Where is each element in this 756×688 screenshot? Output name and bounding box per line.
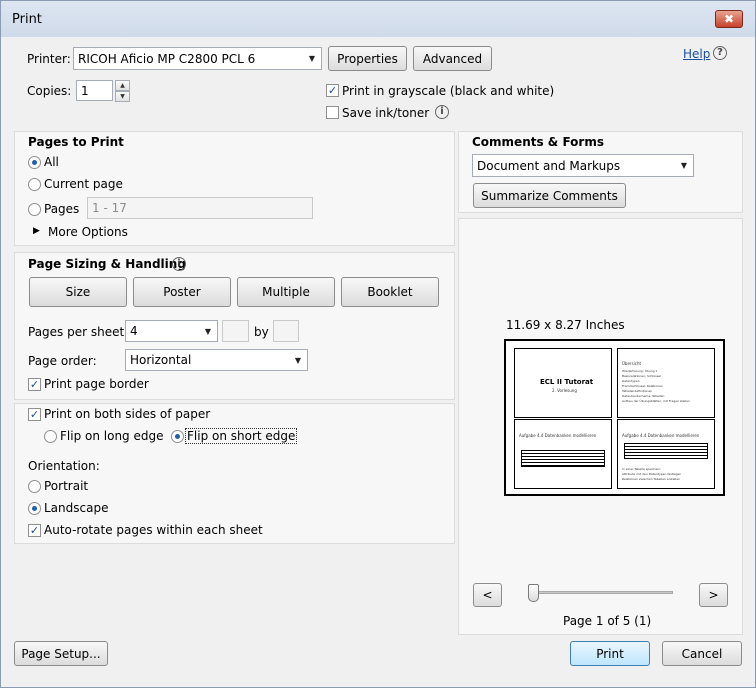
tab-size[interactable]: Size: [29, 277, 127, 307]
radio-short-edge-label: Flip on short edge: [185, 428, 298, 444]
copies-increment[interactable]: ▲: [115, 80, 130, 91]
save-ink-label: Save ink/toner: [342, 106, 430, 120]
more-options-toggle[interactable]: More Options: [48, 225, 128, 239]
triangle-right-icon[interactable]: ▶: [33, 226, 40, 236]
chevron-down-icon: ▼: [204, 326, 212, 336]
preview-page-1-title: ECL II Tutorat: [540, 378, 594, 386]
radio-short-edge[interactable]: [171, 430, 184, 443]
chevron-down-icon: ▼: [680, 161, 688, 170]
preview-page-1-subtitle: 2. Vorlesung: [552, 388, 577, 393]
page-slider-thumb[interactable]: [528, 584, 539, 602]
advanced-button[interactable]: Advanced: [413, 46, 492, 71]
radio-all[interactable]: [28, 156, 41, 169]
next-page-button[interactable]: >: [699, 583, 728, 607]
page-indicator: Page 1 of 5 (1): [563, 614, 652, 628]
page-order-value: Horizontal: [130, 353, 192, 367]
properties-button[interactable]: Properties: [328, 46, 407, 71]
pages-per-sheet-cols-input[interactable]: [222, 320, 249, 342]
comments-forms-title: Comments & Forms: [472, 135, 604, 149]
copies-decrement[interactable]: ▼: [115, 91, 130, 102]
preview-page-4-line: Relationen zwischen Tabellen erstellen: [622, 477, 680, 481]
preview-sheet: ECL II Tutorat 2. Vorlesung Übersicht Wi…: [504, 339, 725, 496]
comments-forms-value: Document and Markups: [477, 158, 621, 173]
printer-select[interactable]: RICOH Aficio MP C2800 PCL 6 ▼: [73, 47, 322, 70]
grayscale-label: Print in grayscale (black and white): [342, 84, 555, 98]
radio-current-page[interactable]: [28, 178, 41, 191]
help-link[interactable]: Help: [683, 47, 710, 61]
window-title: Print: [12, 12, 42, 27]
preview-page-3: Aufgabe 4.4 Datenbanken modellieren: [514, 419, 612, 489]
info-icon[interactable]: i: [172, 257, 186, 271]
autorotate-label: Auto-rotate pages within each sheet: [44, 523, 263, 537]
page-sizing-title: Page Sizing & Handling: [28, 257, 186, 271]
copies-input[interactable]: 1: [76, 80, 113, 101]
copies-value: 1: [81, 83, 89, 98]
preview-table: [624, 443, 708, 459]
radio-all-label: All: [44, 155, 59, 169]
both-sides-label: Print on both sides of paper: [44, 407, 211, 421]
printer-label: Printer:: [27, 52, 71, 66]
pages-range-input[interactable]: 1 - 17: [87, 197, 313, 219]
radio-portrait[interactable]: [28, 480, 41, 493]
page-slider-track[interactable]: [531, 591, 673, 594]
radio-landscape-label: Landscape: [44, 501, 109, 515]
pages-per-sheet-label: Pages per sheet:: [28, 325, 129, 339]
radio-landscape[interactable]: [28, 502, 41, 515]
chevron-down-icon: ▼: [294, 355, 302, 365]
preview-page-4-title: Aufgabe 4.4 Datenbanken modellieren: [622, 433, 700, 438]
pages-per-sheet-value: 4: [130, 324, 138, 338]
preview-page-2-line: Aufbau der Übungsblätter, mit Fragen ste…: [622, 399, 690, 403]
cancel-button[interactable]: Cancel: [662, 641, 742, 666]
help-icon[interactable]: ?: [713, 46, 727, 60]
pages-to-print-title: Pages to Print: [28, 135, 124, 149]
pages-range-value: 1 - 17: [92, 201, 127, 215]
chevron-down-icon: ▼: [308, 54, 316, 63]
close-button[interactable]: ✖: [715, 10, 743, 28]
page-order-label: Page order:: [28, 354, 97, 368]
preview-table: [521, 450, 605, 467]
page-setup-button[interactable]: Page Setup...: [14, 641, 108, 666]
print-border-label: Print page border: [44, 377, 149, 391]
tab-multiple[interactable]: Multiple: [237, 277, 335, 307]
both-sides-checkbox[interactable]: ✓: [28, 408, 41, 421]
orientation-label: Orientation:: [28, 459, 100, 473]
tab-booklet[interactable]: Booklet: [341, 277, 439, 307]
print-border-checkbox[interactable]: ✓: [28, 378, 41, 391]
radio-long-edge[interactable]: [44, 430, 57, 443]
radio-current-page-label: Current page: [44, 177, 123, 191]
by-label: by: [254, 325, 269, 339]
save-ink-checkbox[interactable]: [326, 106, 339, 119]
preview-size-label: 11.69 x 8.27 Inches: [506, 318, 625, 332]
tab-poster[interactable]: Poster: [133, 277, 231, 307]
preview-page-2: Übersicht Wiederholung: Übung 1 Basisrel…: [617, 348, 715, 418]
preview-page-1: ECL II Tutorat 2. Vorlesung: [514, 348, 612, 418]
info-icon[interactable]: i: [435, 105, 449, 119]
preview-page-2-line: Übersicht: [622, 361, 642, 366]
summarize-comments-button[interactable]: Summarize Comments: [473, 183, 626, 208]
print-dialog: Print ✖ Printer: RICOH Aficio MP C2800 P…: [0, 0, 756, 688]
title-bar[interactable]: Print ✖: [1, 1, 755, 37]
radio-portrait-label: Portrait: [44, 479, 89, 493]
printer-value: RICOH Aficio MP C2800 PCL 6: [78, 51, 256, 66]
preview-page-4: Aufgabe 4.4 Datenbanken modellieren In e…: [617, 419, 715, 489]
comments-forms-select[interactable]: Document and Markups ▼: [472, 154, 694, 177]
pages-per-sheet-rows-input[interactable]: [273, 320, 299, 342]
print-button[interactable]: Print: [570, 641, 650, 666]
copies-label: Copies:: [27, 84, 72, 98]
grayscale-checkbox[interactable]: ✓: [326, 84, 339, 97]
radio-long-edge-label: Flip on long edge: [60, 429, 164, 443]
pages-per-sheet-select[interactable]: 4 ▼: [125, 320, 218, 342]
radio-pages-label: Pages: [44, 202, 80, 216]
page-order-select[interactable]: Horizontal ▼: [125, 349, 308, 371]
preview-page-3-title: Aufgabe 4.4 Datenbanken modellieren: [519, 433, 597, 438]
prev-page-button[interactable]: <: [473, 583, 502, 607]
radio-pages[interactable]: [28, 203, 41, 216]
autorotate-checkbox[interactable]: ✓: [28, 524, 41, 537]
